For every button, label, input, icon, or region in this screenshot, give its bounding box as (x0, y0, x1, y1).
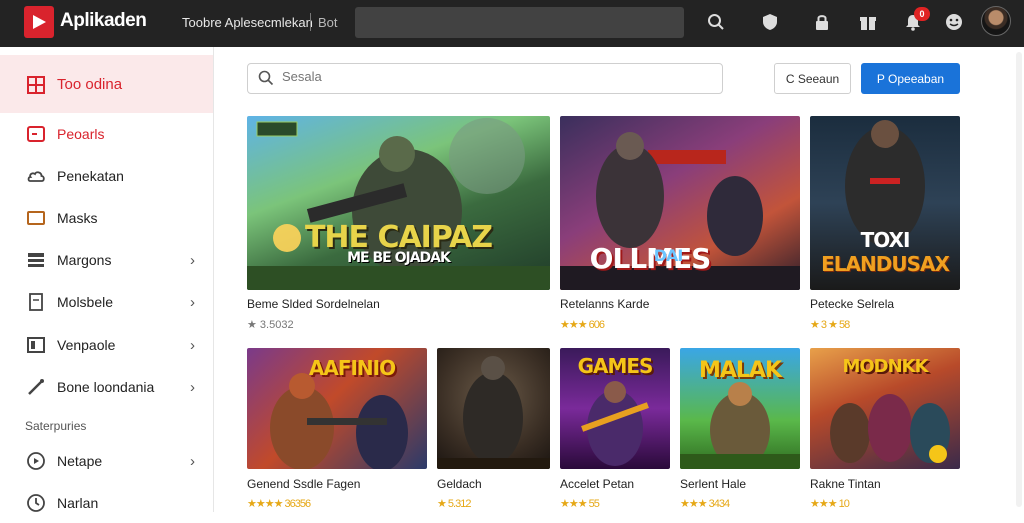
chevron-right-icon: › (190, 452, 195, 470)
game-card[interactable]: GAMES Accelet Petan ★★★ 55 (560, 348, 670, 512)
sidebar-item-label: Peoarls (57, 126, 105, 142)
game-art-title: MALAK (698, 358, 782, 383)
game-card[interactable]: MALAK Serlent Hale ★★★ 3434 (680, 348, 800, 512)
sidebar-item-label: Bone loondania (57, 379, 155, 395)
game-rating: ★★★ 10 (810, 498, 850, 510)
game-rating: ★★★ 606 (560, 319, 605, 331)
sidebar-item-margons[interactable]: Margons › (0, 240, 213, 280)
sidebar-item-label: Margons (57, 252, 112, 268)
sidebar-item-peoarls[interactable]: Peoarls (0, 114, 213, 154)
avatar[interactable] (981, 6, 1011, 36)
top-search-input[interactable] (355, 7, 684, 38)
game-thumbnail[interactable]: AAFINIO (247, 348, 427, 469)
gift-icon[interactable] (858, 12, 878, 32)
notification-badge: 0 (914, 7, 930, 21)
sidebar-item-narlan[interactable]: Narlan (0, 483, 213, 523)
game-thumbnail[interactable]: MODNKK (810, 348, 960, 469)
sidebar-item-netape[interactable]: Netape › (0, 441, 213, 481)
folder-icon (26, 124, 46, 144)
game-title[interactable]: Serlent Hale (680, 477, 746, 491)
chevron-right-icon: › (190, 336, 195, 354)
game-title[interactable]: Beme Slded Sordelnelan (247, 297, 380, 311)
brush-icon (26, 377, 46, 397)
search-button[interactable]: C Seeaun (774, 63, 851, 94)
divider (310, 13, 311, 31)
game-card[interactable]: OLLMES DAI Retelanns Karde ★★★ 606 (560, 116, 800, 336)
game-card[interactable]: AAFINIO Genend Ssdle Fagen ★★★★ 36356 (247, 348, 427, 512)
sidebar-item-label: Penekatan (57, 168, 124, 184)
sidebar: Too odina Peoarls Penekatan Masks Margon… (0, 47, 214, 512)
sidebar-item-molsbele[interactable]: Molsbele › (0, 282, 213, 322)
game-art-subtitle: ME BE OJADAK (347, 250, 451, 266)
search-input[interactable] (282, 69, 702, 84)
primary-action-button[interactable]: P Opeeaban (861, 63, 960, 94)
file-icon (26, 292, 46, 312)
sidebar-item-label: Masks (57, 210, 98, 226)
layers-icon (26, 250, 46, 270)
sidebar-item-label: Narlan (57, 495, 99, 511)
sidebar-item-venpaole[interactable]: Venpaole › (0, 325, 213, 365)
game-thumbnail[interactable] (437, 348, 550, 469)
sidebar-item-label: Venpaole (57, 337, 116, 353)
sidebar-item-label: Too odina (57, 75, 123, 93)
game-art-subtitle: DAI (653, 246, 684, 265)
game-thumbnail[interactable]: TOXI ELANDUSAX (810, 116, 960, 290)
shield-icon[interactable] (760, 12, 780, 32)
game-art-subtitle: ELANDUSAX (821, 252, 950, 276)
game-art (437, 356, 550, 469)
game-art-title: GAMES (577, 354, 654, 378)
game-title[interactable]: Geldach (437, 477, 482, 491)
game-title[interactable]: Retelanns Karde (560, 297, 649, 311)
compass-icon (26, 451, 46, 471)
search-field[interactable] (247, 63, 723, 94)
game-art-title: MODNKK (842, 356, 928, 377)
sidebar-section-heading: Saterpuries (25, 419, 87, 433)
game-card[interactable]: THE CAIPAZ ME BE OJADAK Beme Slded Sorde… (247, 116, 550, 336)
top-bar: Aplikaden Toobre Aplesecmlekan Bot 0 (0, 0, 1024, 47)
grid-icon (26, 75, 46, 95)
top-nav-link[interactable]: Toobre Aplesecmlekan (182, 15, 313, 30)
clock-icon (26, 493, 46, 513)
search-icon[interactable] (706, 12, 726, 32)
game-art-title: AAFINIO (308, 356, 396, 380)
smiley-icon[interactable] (944, 12, 964, 32)
chevron-right-icon: › (190, 293, 195, 311)
game-card[interactable]: Geldach ★ 5.312 (437, 348, 550, 512)
box-icon (26, 208, 46, 228)
game-thumbnail[interactable]: OLLMES DAI (560, 116, 800, 290)
sidebar-item-home[interactable]: Too odina (0, 55, 213, 113)
cloud-icon (26, 166, 46, 186)
game-rating: ★ 5.312 (437, 498, 471, 510)
game-title[interactable]: Rakne Tintan (810, 477, 881, 491)
sidebar-item-bone-loondania[interactable]: Bone loondania › (0, 367, 213, 407)
app-logo-icon[interactable] (24, 6, 54, 38)
game-title[interactable]: Petecke Selrela (810, 297, 894, 311)
sidebar-item-label: Molsbele (57, 294, 114, 310)
game-card[interactable]: MODNKK Rakne Tintan ★★★ 10 (810, 348, 960, 512)
lock-icon[interactable] (812, 12, 832, 32)
app-title[interactable]: Aplikaden (60, 10, 147, 32)
game-card[interactable]: TOXI ELANDUSAX Petecke Selrela ★ 3 ★ 58 (810, 116, 960, 336)
game-rating: ★★★ 3434 (680, 498, 730, 510)
game-rating: ★ 3.5032 (247, 319, 294, 331)
game-thumbnail[interactable]: THE CAIPAZ ME BE OJADAK (247, 116, 550, 290)
window-icon (26, 335, 46, 355)
game-rating: ★ 3 ★ 58 (810, 319, 850, 331)
search-icon (258, 70, 274, 91)
game-rating: ★★★ 55 (560, 498, 600, 510)
game-thumbnail[interactable]: GAMES (560, 348, 670, 469)
chevron-right-icon: › (190, 251, 195, 269)
game-title[interactable]: Genend Ssdle Fagen (247, 477, 360, 491)
game-thumbnail[interactable]: MALAK (680, 348, 800, 469)
game-art-title: TOXI (860, 228, 911, 252)
top-nav-link-2[interactable]: Bot (318, 15, 338, 30)
scrollbar[interactable] (1016, 52, 1022, 507)
sidebar-item-label: Netape (57, 453, 103, 469)
chevron-right-icon: › (190, 378, 195, 396)
game-title[interactable]: Accelet Petan (560, 477, 634, 491)
game-rating: ★★★★ 36356 (247, 498, 311, 510)
sidebar-item-penekatan[interactable]: Penekatan (0, 156, 213, 196)
sidebar-item-masks[interactable]: Masks (0, 198, 213, 238)
